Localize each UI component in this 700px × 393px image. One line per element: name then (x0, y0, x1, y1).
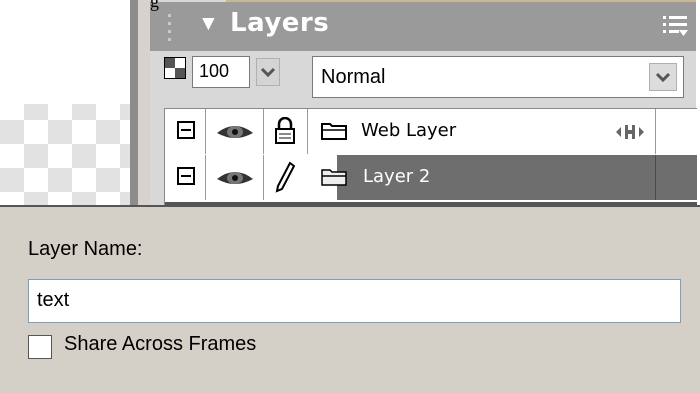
move-handle-icon[interactable] (615, 123, 645, 141)
lock-icon[interactable] (273, 117, 297, 145)
collapse-triangle-icon[interactable]: ▼ (198, 12, 219, 36)
selected-layer-highlight: Layer 2 (321, 155, 697, 200)
panel-header: ▼ Layers (150, 2, 696, 51)
collapse-minus-icon[interactable] (177, 121, 195, 139)
layer-name-input[interactable]: text (28, 279, 681, 323)
opacity-checker-icon (164, 57, 186, 79)
canvas-blank-area (0, 0, 130, 104)
collapse-minus-icon[interactable] (177, 167, 195, 185)
share-across-frames-checkbox[interactable] (28, 335, 52, 359)
layer-row-web-layer[interactable]: Web Layer (165, 109, 697, 154)
chevron-down-icon[interactable] (649, 63, 677, 91)
pencil-icon[interactable] (275, 161, 295, 193)
folder-icon (321, 123, 347, 140)
layer-list: Web Layer Layer 2 (164, 108, 697, 206)
layers-panel: ▼ Layers 100 Normal Web Layer Layer 2 (150, 0, 697, 206)
eye-icon[interactable] (215, 121, 255, 141)
grip-icon[interactable] (168, 14, 174, 44)
canvas-border (130, 0, 138, 205)
panel-options-icon[interactable] (663, 16, 688, 38)
background-window-text: g (150, 0, 159, 11)
share-across-frames-label[interactable]: Share Across Frames (64, 333, 256, 356)
layer-name-label: Layer Name: (28, 238, 143, 260)
layer-name: Web Layer (361, 120, 457, 141)
opacity-dropdown-button[interactable] (256, 58, 280, 86)
opacity-input[interactable]: 100 (192, 56, 250, 88)
panel-title: Layers (230, 8, 330, 38)
layer-row-layer-2[interactable]: Layer 2 (165, 155, 697, 200)
layer-name: Layer 2 (363, 166, 431, 187)
blend-mode-value: Normal (321, 66, 386, 88)
layer-name-dialog: Layer Name: text Share Across Frames (0, 205, 700, 393)
folder-open-icon (321, 169, 347, 186)
panel-gap (138, 0, 150, 205)
blend-mode-select[interactable]: Normal (312, 56, 684, 98)
eye-icon[interactable] (215, 167, 255, 187)
background-window-edge (226, 0, 696, 2)
